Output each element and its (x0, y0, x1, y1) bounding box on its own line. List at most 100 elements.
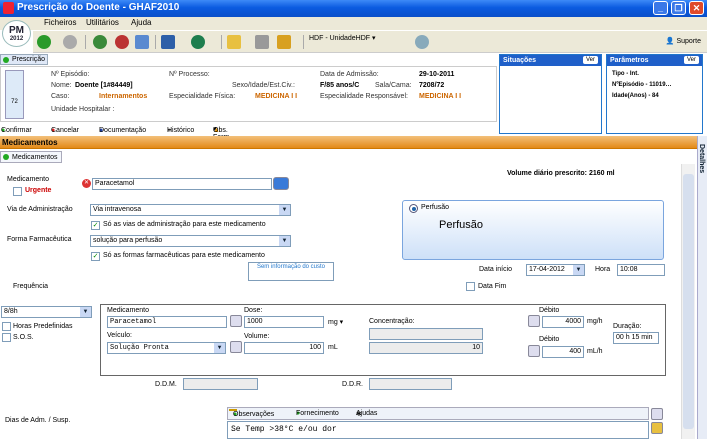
situacoes-title: Situações (503, 57, 537, 64)
via-value: Via intravenosa (93, 206, 142, 213)
chart-icon[interactable] (161, 35, 175, 49)
veiculo-select[interactable]: Solução Pronta ▼ (107, 342, 226, 354)
hora-input[interactable]: 10:08 (617, 264, 665, 276)
calculator-icon[interactable] (230, 341, 242, 353)
obs-farm-button[interactable]: ▲ Obs. Farm ▾ (213, 125, 229, 141)
caso-label: Caso: (51, 93, 70, 100)
chevron-down-icon: ▼ (279, 205, 290, 215)
horas-predef-label: Horas Predefinidas (13, 323, 73, 330)
currency-icon[interactable] (191, 35, 205, 49)
calculator-icon[interactable] (528, 345, 540, 357)
forma-select[interactable]: solução para perfusão ▼ (90, 235, 291, 247)
data-inicio-select[interactable]: 17-04-2012 ▼ (526, 264, 585, 276)
nome-label: Nome: (51, 82, 72, 89)
episodio-label: Nº Episódio: (51, 71, 90, 78)
medicamentos-title: Medicamentos (2, 138, 58, 147)
volume-label: Volume: (244, 333, 270, 340)
back-icon[interactable] (37, 35, 51, 49)
historico-label: Histórico (167, 127, 195, 134)
volume-input[interactable]: 100 (244, 342, 324, 354)
calculator-icon[interactable] (528, 315, 540, 327)
sexo-label: Sexo/Idade/Est.Civ.: (232, 82, 295, 89)
tab-prescricao[interactable]: Prescrição (0, 54, 48, 65)
tab-fornecimento-label: Fornecimento (296, 410, 339, 417)
search-icon[interactable] (273, 177, 289, 190)
chevron-down-icon: ▼ (279, 236, 290, 246)
urgente-label: Urgente (25, 187, 52, 194)
data-fim-checkbox[interactable] (466, 282, 475, 291)
edit-icon[interactable] (277, 35, 291, 49)
tab-observacoes[interactable]: ● Observações (229, 409, 274, 418)
dose-label: Dose: (244, 307, 263, 314)
dose-unit-select[interactable]: mg ▾ (328, 318, 343, 326)
tab-medicamentos-label: Medicamentos (12, 154, 58, 161)
menu-ajuda[interactable]: Ajuda (131, 18, 151, 27)
medicamento-input[interactable]: Paracetamol (92, 178, 272, 190)
refresh-icon[interactable] (93, 35, 107, 49)
menu-utilitarios[interactable]: Utilitários (86, 18, 119, 27)
via-select[interactable]: Via intravenosa ▼ (90, 204, 291, 216)
clear-icon[interactable]: ✕ (82, 179, 91, 188)
nome-value: Doente [1#84449] (75, 82, 133, 89)
so-vias-checkbox[interactable]: ✓ (91, 221, 100, 230)
bed-number: 72 (11, 99, 18, 105)
sem-info-custo-link[interactable]: Sem informação do custo (248, 262, 334, 281)
processo-label: Nº Processo: (169, 71, 210, 78)
debito2-unit: mL/h (587, 348, 603, 355)
sos-checkbox[interactable] (2, 333, 11, 342)
debito2-input[interactable]: 400 (542, 346, 584, 358)
duracao-input[interactable]: 00 h 15 min (613, 332, 659, 344)
edit-icon[interactable] (651, 422, 663, 434)
minimize-button[interactable]: _ (653, 1, 668, 15)
medbox-medicamento-input[interactable]: Paracetamol (107, 316, 227, 328)
save-icon[interactable] (651, 408, 663, 420)
scrollbar-thumb[interactable] (683, 174, 694, 429)
situacoes-ver-button[interactable]: Ver (582, 56, 598, 64)
horas-predef-checkbox[interactable] (2, 322, 11, 331)
hdf-label: HDF - UnidadeHDF (309, 35, 371, 42)
frequencia-label: Frequência (13, 283, 49, 290)
admissao-value: 29-10-2011 (419, 71, 455, 78)
unidade-label: Unidade Hospitalar : (51, 106, 115, 113)
so-vias-label: Só as vias de administração para este me… (103, 221, 266, 228)
menu-bar: Ficheiros Utilitários Ajuda (0, 17, 707, 30)
close-button[interactable]: ✕ (689, 1, 704, 15)
detalhes-side-tab[interactable]: Detalhes (697, 136, 707, 439)
medicamentos-header: Medicamentos (0, 136, 697, 149)
calculator-icon[interactable] (230, 315, 242, 327)
window-title: Prescrição do Doente - GHAF2010 (17, 2, 180, 13)
via-label: Via de Administração (7, 206, 73, 213)
menu-ficheiros[interactable]: Ficheiros (44, 18, 76, 27)
tab-medicamentos[interactable]: Medicamentos (0, 151, 62, 163)
home-icon[interactable] (115, 35, 129, 49)
maximize-button[interactable]: ❐ (671, 1, 686, 15)
print-icon[interactable] (255, 35, 269, 49)
medication-calc-box: Medicamento Paracetamol Dose: 1000 mg ▾ … (100, 304, 666, 376)
esp-resp-value: MEDICINA I I (419, 93, 462, 100)
so-formas-checkbox[interactable]: ✓ (91, 252, 100, 261)
dose-input[interactable]: 1000 (244, 316, 324, 328)
observacoes-textarea[interactable]: Se Temp >38°C e/ou dor (227, 421, 649, 439)
urgente-checkbox[interactable] (13, 187, 22, 196)
cancelar-label: Cancelar (51, 127, 80, 134)
debito1-input[interactable]: 4000 (542, 316, 584, 328)
parametro-tipo: Tipo - Int. (612, 71, 639, 77)
ddm-input (183, 378, 258, 390)
ddm-label: D.D.M. (155, 381, 177, 388)
suporte-button[interactable]: 👤 Suporte (666, 37, 701, 45)
dose-unit: mg (328, 319, 338, 326)
parametros-ver-button[interactable]: Ver (683, 56, 699, 64)
window-icon[interactable] (135, 35, 149, 49)
chevron-down-icon: ▼ (214, 343, 225, 353)
pm-logo: PM 2012 (2, 20, 31, 47)
vertical-scrollbar[interactable] (681, 164, 695, 439)
chevron-down-icon: ▼ (80, 307, 91, 317)
tools-icon[interactable] (415, 35, 429, 49)
hdf-unit-dropdown[interactable]: HDF - UnidadeHDF ▾ (309, 34, 376, 42)
forward-icon[interactable] (63, 35, 77, 49)
frequencia-select[interactable]: 8/8h ▼ (1, 306, 92, 318)
forma-value: solução para perfusão (93, 237, 163, 244)
sexo-value: F/85 anos/C (320, 82, 360, 89)
mail-icon[interactable] (227, 35, 241, 49)
status-dot-icon (3, 57, 9, 63)
